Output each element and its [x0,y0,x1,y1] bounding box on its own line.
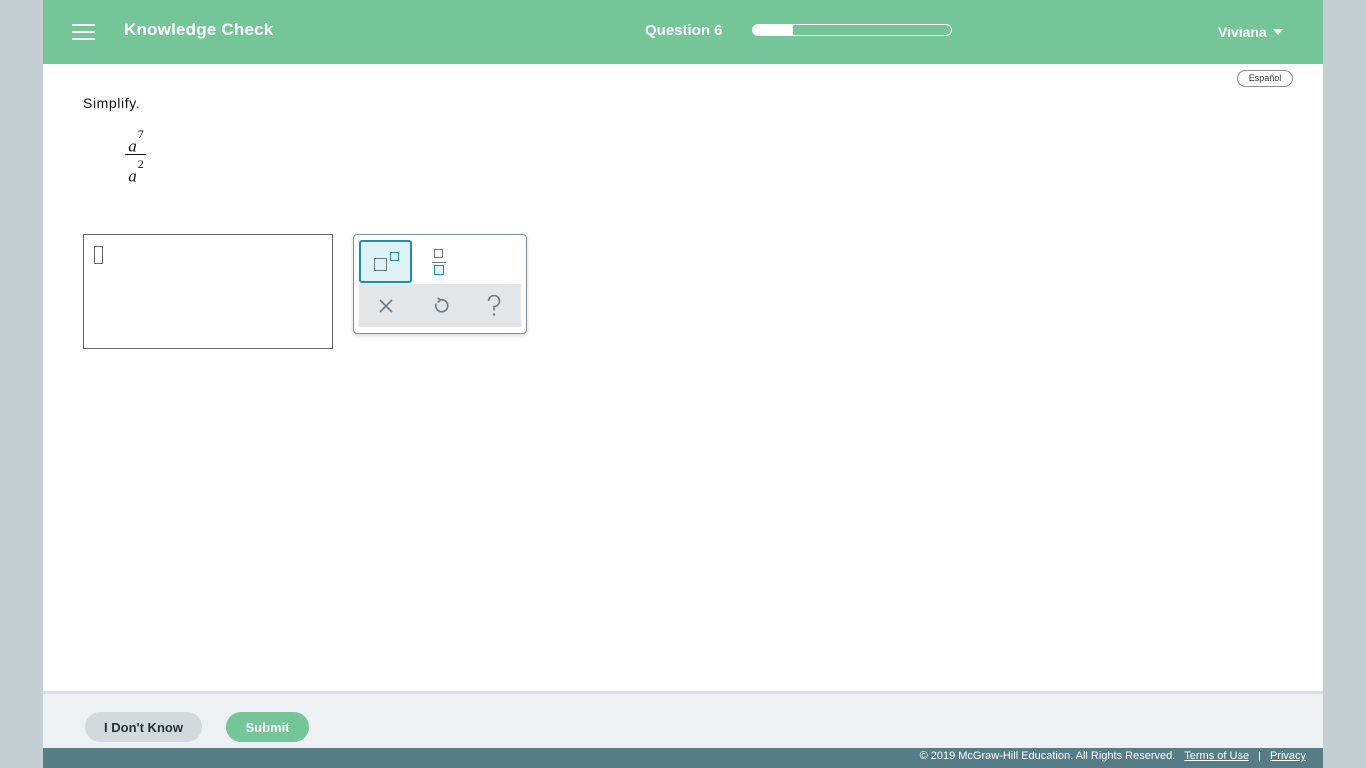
fraction-line-icon [432,262,446,263]
fraction-top-icon [434,249,443,258]
action-bar: I Don't Know Submit [43,691,1323,748]
help-button[interactable] [467,284,521,327]
dont-know-button[interactable]: I Don't Know [85,712,202,742]
menu-icon[interactable] [72,22,96,42]
submit-button[interactable]: Submit [226,712,309,742]
clear-button[interactable] [359,284,413,327]
fraction-bottom-icon [434,265,444,275]
help-icon [487,294,501,316]
user-name: Viviana [1218,24,1267,40]
close-icon [379,298,393,313]
answer-input[interactable] [83,234,333,349]
app-window: Knowledge Check Question 6 Viviana Españ… [43,0,1323,768]
language-toggle-button[interactable]: Español [1237,70,1293,87]
palette-action-row [359,284,521,327]
question-prompt: Simplify. [83,95,141,111]
chevron-down-icon [1272,29,1283,35]
exponent-base-icon [374,258,387,271]
problem-expression: a7 a2 [125,126,147,186]
exponent-superscript-icon [390,252,399,261]
privacy-link[interactable]: Privacy [1270,750,1306,762]
input-placeholder-slot [94,246,103,264]
top-header: Knowledge Check Question 6 Viviana [43,0,1323,64]
copyright-footer: © 2019 McGraw-Hill Education. All Rights… [43,748,1323,768]
exponent-button[interactable] [359,240,412,283]
terms-link[interactable]: Terms of Use [1184,750,1249,762]
denominator: a2 [128,157,144,186]
undo-icon [434,296,449,313]
copyright-text: © 2019 McGraw-Hill Education. All Rights… [919,750,1176,762]
user-menu[interactable]: Viviana [1218,24,1283,40]
footer-separator: | [1258,750,1261,762]
progress-fill [753,25,793,35]
progress-bar [752,24,952,36]
undo-button[interactable] [413,284,467,327]
page-title: Knowledge Check [124,20,274,39]
numerator: a7 [128,127,144,156]
question-number: Question 6 [645,22,723,39]
math-palette [353,234,527,334]
fraction-button[interactable] [417,243,459,281]
